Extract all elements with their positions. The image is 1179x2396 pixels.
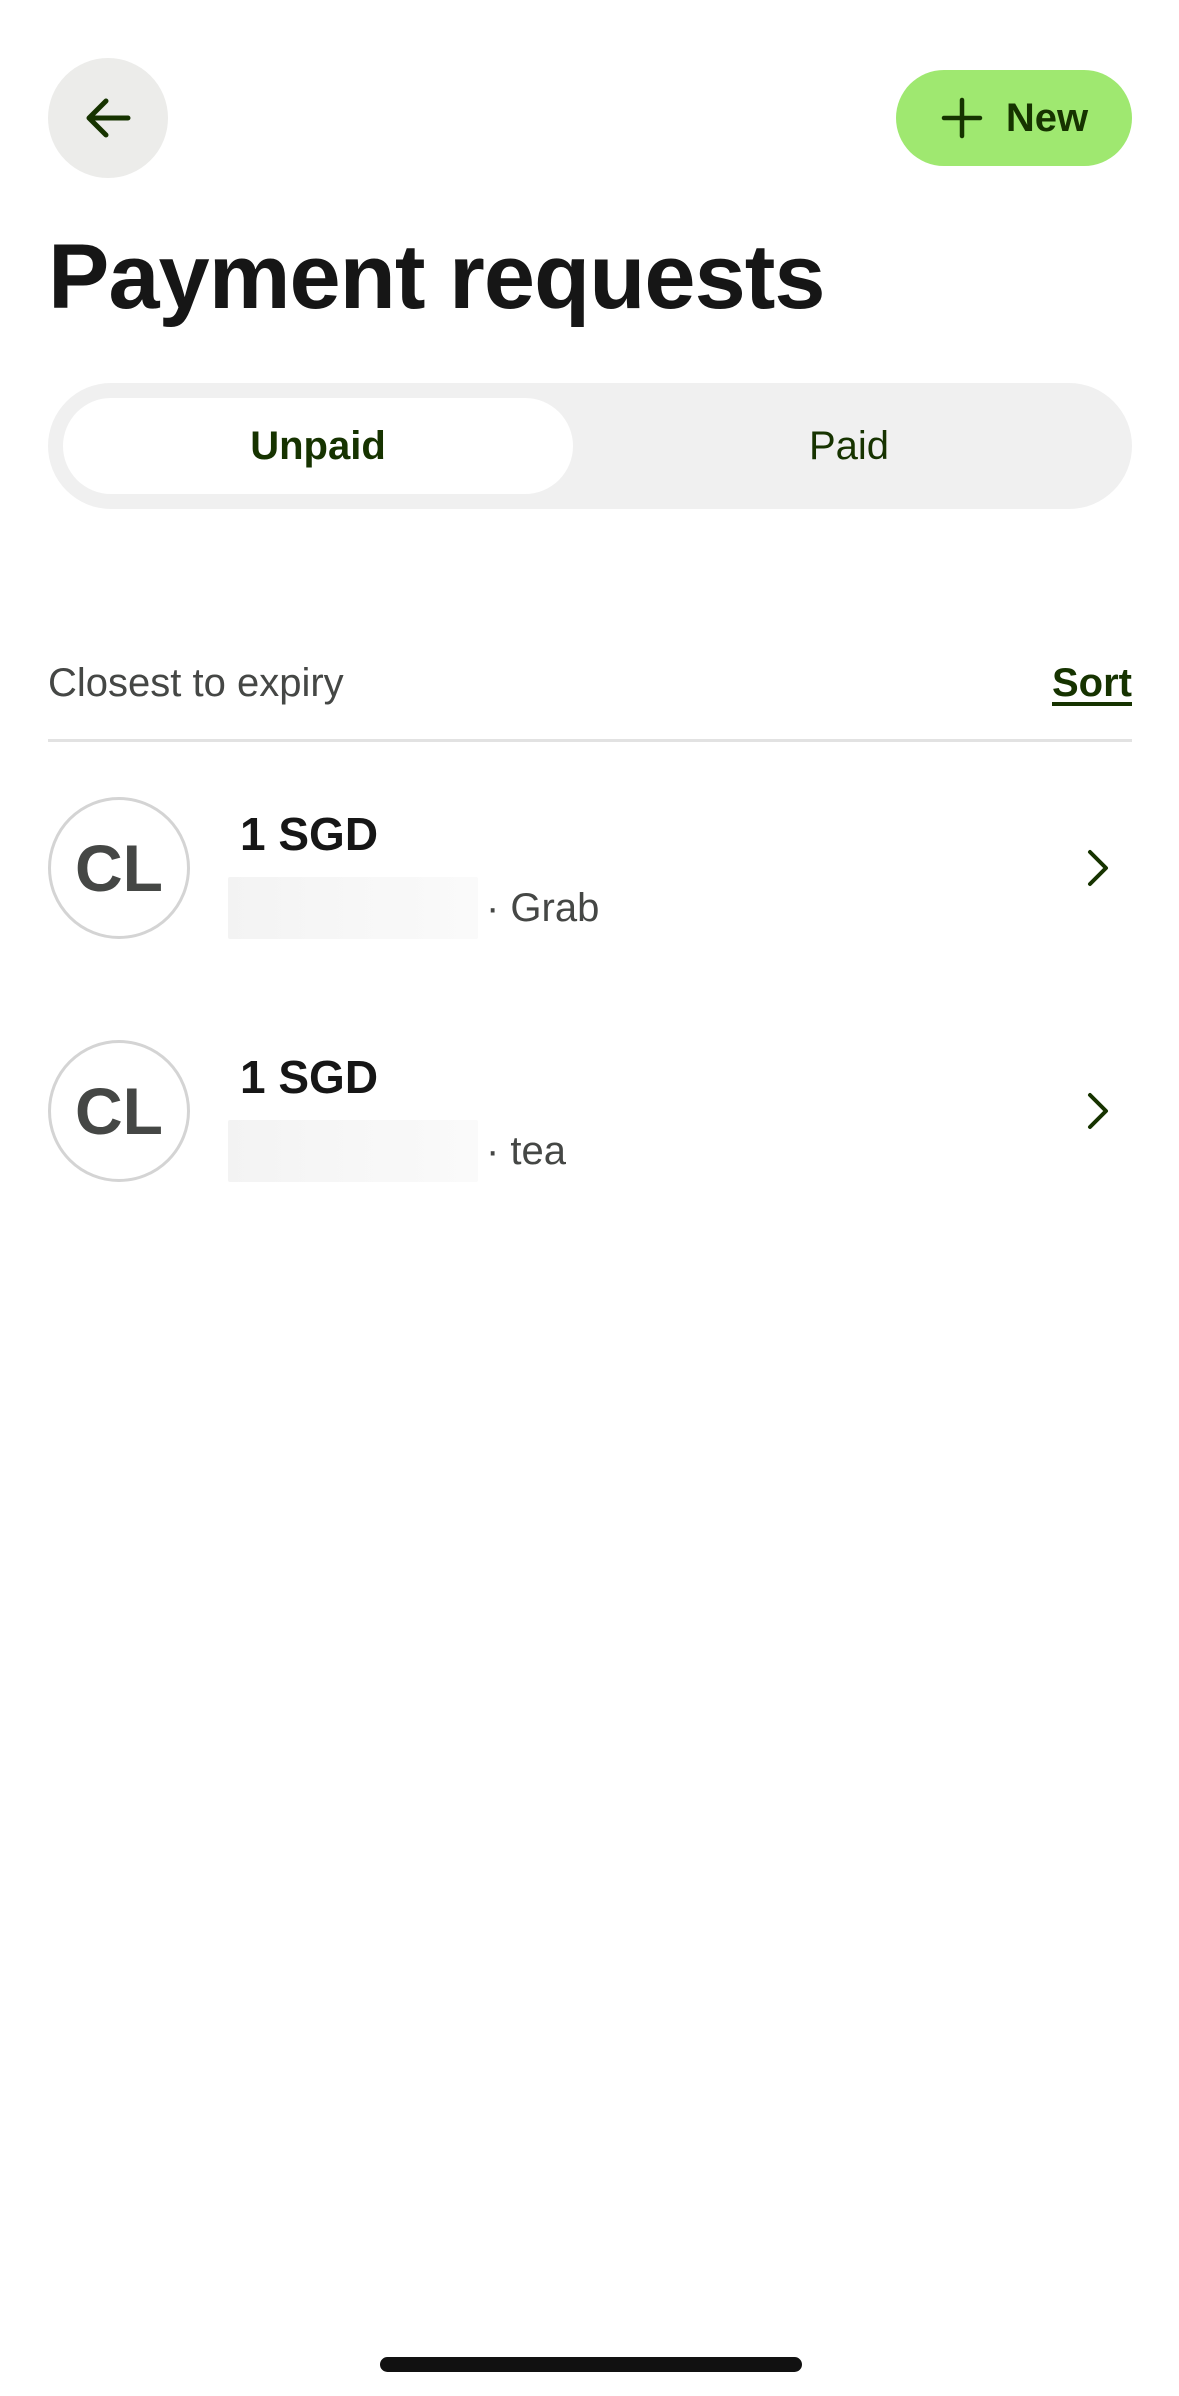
request-detail-row: · tea bbox=[228, 1120, 566, 1182]
tab-paid[interactable]: Paid bbox=[594, 398, 1104, 494]
back-button[interactable] bbox=[48, 58, 168, 178]
sort-order-label: Closest to expiry bbox=[48, 661, 344, 705]
arrow-left-icon bbox=[86, 98, 131, 138]
redacted-name bbox=[228, 877, 478, 939]
page-title: Payment requests bbox=[48, 226, 826, 328]
request-detail-row: · Grab bbox=[228, 877, 599, 939]
list-item[interactable]: CL 1 SGD · Grab bbox=[48, 797, 1132, 977]
list-item[interactable]: CL 1 SGD · tea bbox=[48, 1040, 1132, 1220]
divider bbox=[48, 739, 1132, 742]
sort-link[interactable]: Sort bbox=[1052, 661, 1132, 706]
status-tabs: Unpaid Paid bbox=[48, 383, 1132, 509]
request-amount: 1 SGD bbox=[240, 808, 379, 860]
avatar: CL bbox=[48, 1040, 190, 1182]
request-amount: 1 SGD bbox=[240, 1051, 379, 1103]
sort-row: Closest to expiry Sort bbox=[48, 655, 1132, 717]
request-description: · Grab bbox=[486, 885, 600, 930]
new-request-button[interactable]: New bbox=[896, 70, 1132, 166]
home-indicator[interactable] bbox=[380, 2357, 802, 2372]
avatar: CL bbox=[48, 797, 190, 939]
redacted-name bbox=[228, 1120, 478, 1182]
chevron-right-icon bbox=[1074, 1087, 1122, 1135]
request-description: · tea bbox=[486, 1128, 567, 1173]
plus-icon bbox=[941, 97, 983, 139]
chevron-right-icon bbox=[1074, 844, 1122, 892]
new-button-label: New bbox=[1005, 95, 1089, 140]
tab-unpaid[interactable]: Unpaid bbox=[63, 398, 573, 494]
